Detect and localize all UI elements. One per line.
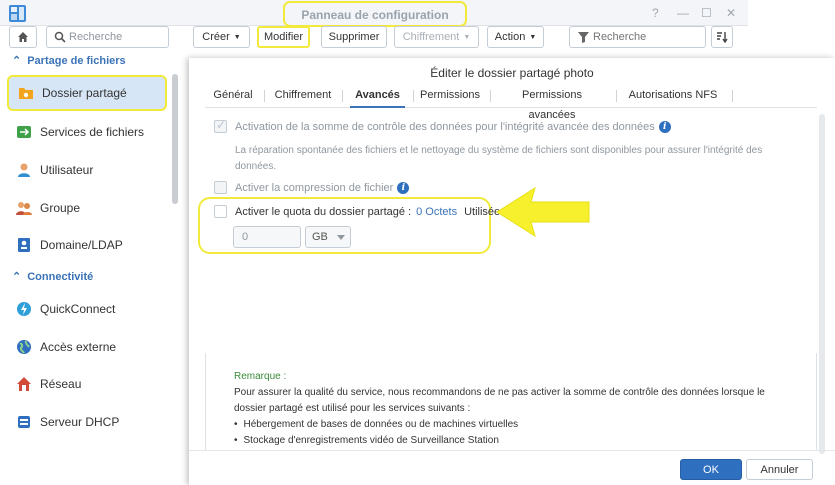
tab-nfs-permissions[interactable]: Autorisations NFS [623, 85, 723, 108]
quickconnect-icon [17, 302, 31, 316]
sidebar-item-dhcp-server[interactable]: Serveur DHCP [7, 404, 167, 440]
home-icon [18, 32, 28, 42]
sidebar-item-external-access[interactable]: Accès externe [7, 329, 167, 365]
encryption-button[interactable]: Chiffrement ▼ [394, 26, 479, 48]
dialog-scrollbar[interactable] [819, 114, 825, 454]
delete-button[interactable]: Supprimer [321, 26, 387, 48]
sidebar-item-domain-ldap[interactable]: Domaine/LDAP [7, 227, 167, 263]
quota-used-value[interactable]: 0 Octets [416, 206, 457, 218]
tab-divider [616, 90, 617, 102]
footer-divider [189, 450, 835, 451]
tab-general[interactable]: Général [213, 85, 253, 108]
remark-list: Hébergement de bases de données ou de ma… [234, 417, 794, 449]
sidebar-scrollbar[interactable] [172, 74, 178, 204]
chevron-down-icon [337, 235, 345, 240]
control-panel-icon [9, 5, 26, 22]
tab-advanced[interactable]: Avancés [350, 85, 405, 108]
minimize-icon[interactable]: — [677, 6, 689, 20]
info-icon[interactable]: i [397, 181, 410, 194]
toolbar-search[interactable] [569, 26, 706, 48]
maximize-icon[interactable]: ☐ [701, 6, 712, 20]
dhcp-server-icon [18, 416, 30, 428]
sort-button[interactable] [711, 26, 733, 48]
tab-divider [732, 90, 733, 102]
home-button[interactable] [9, 26, 37, 48]
checksum-description: La réparation spontanée des fichiers et … [235, 145, 763, 172]
network-home-icon [17, 377, 31, 391]
sidebar-item-network[interactable]: Réseau [7, 366, 167, 402]
tab-divider [413, 90, 414, 102]
toolbar-search-input[interactable] [593, 31, 698, 43]
checksum-label: Activation de la somme de contrôle des d… [235, 120, 655, 133]
quota-label: Activer le quota du dossier partagé : [235, 205, 412, 218]
tab-permissions[interactable]: Permissions [420, 85, 480, 108]
filter-icon [578, 31, 589, 43]
section-connectivity[interactable]: ⌃ Connectivité [12, 270, 93, 284]
quota-size-input[interactable]: 0 [233, 226, 301, 248]
sidebar-item-shared-folder[interactable]: Dossier partagé [7, 75, 167, 111]
close-icon[interactable]: ✕ [726, 6, 736, 20]
remark-title: Remarque : [234, 371, 287, 382]
chevron-up-icon: ⌃ [12, 271, 22, 283]
cancel-button[interactable]: Annuler [746, 459, 813, 480]
sidebar-item-quickconnect[interactable]: QuickConnect [7, 291, 167, 327]
tab-encryption[interactable]: Chiffrement [273, 85, 333, 108]
section-file-sharing[interactable]: ⌃ Partage de fichiers [12, 54, 126, 68]
compression-label: Activer la compression de fichier [235, 181, 394, 194]
checksum-checkbox[interactable] [214, 118, 227, 133]
dropdown-caret-icon: ▼ [233, 33, 241, 41]
remark-block: Remarque : Pour assurer la qualité du se… [234, 369, 794, 449]
dropdown-caret-icon: ▼ [463, 33, 471, 41]
sidebar-item-file-services[interactable]: Services de fichiers [7, 114, 167, 150]
globe-icon [17, 340, 31, 354]
info-icon[interactable]: i [658, 120, 671, 133]
sidebar-item-user[interactable]: Utilisateur [7, 152, 167, 188]
compression-checkbox[interactable] [214, 181, 227, 194]
tab-divider [490, 90, 491, 102]
sidebar-item-group[interactable]: Groupe [7, 190, 167, 226]
tab-divider [342, 90, 343, 102]
dialog-tabs: Général Chiffrement Avancés Permissions … [205, 85, 817, 121]
annotation-arrow-icon [496, 186, 590, 238]
quota-unit-select[interactable]: GB [305, 226, 351, 248]
sidebar-search[interactable] [46, 26, 169, 48]
quota-row: Activer le quota du dossier partagé : 0 … [214, 205, 500, 218]
edit-button[interactable]: Modifier [257, 26, 310, 48]
folder-share-icon [19, 88, 33, 99]
checksum-row: Activation de la somme de contrôle des d… [214, 118, 671, 133]
user-icon [18, 163, 30, 177]
group-icon [16, 202, 32, 215]
list-item: Stockage d'enregistrements vidéo de Surv… [234, 433, 794, 449]
quota-checkbox[interactable] [214, 205, 227, 218]
window-title: Panneau de configuration [283, 1, 467, 27]
dropdown-caret-icon: ▼ [529, 33, 537, 41]
remark-text: Pour assurer la qualité du service, nous… [234, 387, 765, 414]
tab-divider [264, 90, 265, 102]
domain-icon [18, 238, 30, 252]
sort-icon [717, 32, 728, 43]
sidebar-search-input[interactable] [69, 29, 165, 45]
action-button[interactable]: Action ▼ [487, 26, 544, 48]
create-button[interactable]: Créer ▼ [193, 26, 250, 48]
tab-advanced-permissions[interactable]: Permissions avancées [497, 85, 607, 121]
sidebar: ⌃ Partage de fichiers Dossier partagé Se… [0, 26, 181, 429]
ok-button[interactable]: OK [680, 459, 742, 480]
compression-row: Activer la compression de fichier i [214, 181, 410, 194]
chevron-up-icon: ⌃ [12, 55, 22, 67]
search-icon [54, 31, 66, 43]
title-bar: Panneau de configuration ? — ☐ ✕ [0, 0, 748, 27]
file-services-icon [17, 126, 31, 138]
list-item: Hébergement de bases de données ou de ma… [234, 417, 794, 433]
help-icon[interactable]: ? [652, 6, 659, 20]
dialog-title: Éditer le dossier partagé photo [430, 66, 594, 80]
edit-shared-folder-dialog: Éditer le dossier partagé photo Général … [189, 58, 835, 485]
